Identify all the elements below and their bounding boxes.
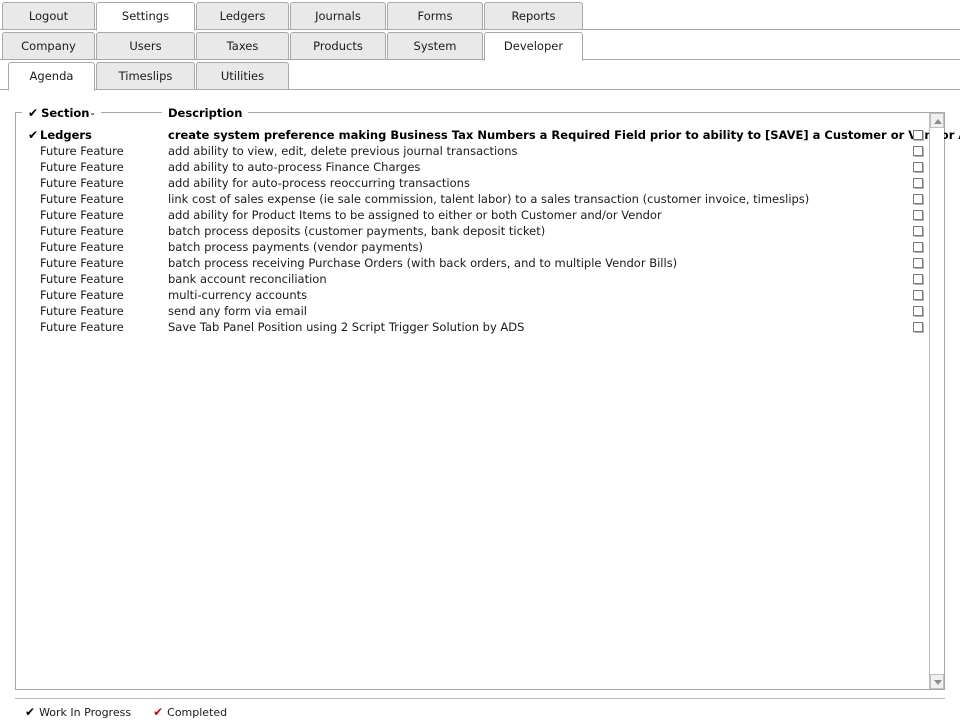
row-description-label: bank account reconciliation: [168, 272, 327, 286]
app-window: Logout Settings Ledgers Journals Forms Report…: [0, 0, 960, 725]
legend-check-icon: ✔: [25, 705, 36, 719]
section-column-header: ✔ Section-: [22, 105, 101, 121]
row-status-check-icon: ✔: [28, 128, 39, 142]
row-checkbox[interactable]: [913, 322, 923, 332]
tab-system[interactable]: System: [387, 32, 483, 60]
tab-utilities[interactable]: Utilities: [196, 62, 289, 90]
scroll-up-button[interactable]: [930, 113, 944, 128]
row-section-label: Future Feature: [40, 160, 124, 174]
tab-reports[interactable]: Reports: [484, 2, 583, 30]
agenda-row[interactable]: Future Feature Save Tab Panel Position us…: [16, 319, 944, 335]
description-column-header: Description: [162, 105, 249, 121]
tab-ledgers[interactable]: Ledgers: [196, 2, 289, 30]
agenda-row[interactable]: Future Feature batch process payments (ve…: [16, 239, 944, 255]
description-header-label: Description: [168, 106, 243, 120]
footer-divider: [15, 698, 945, 699]
row-section-label: Future Feature: [40, 224, 124, 238]
row-checkbox[interactable]: [913, 162, 923, 172]
row-description-label: batch process payments (vendor payments): [168, 240, 423, 254]
row-description-label: multi-currency accounts: [168, 288, 308, 302]
agenda-row[interactable]: Future Feature batch process receiving Pu…: [16, 255, 944, 271]
row-description-label: batch process deposits (customer payment…: [168, 224, 546, 238]
agenda-row[interactable]: Future Feature add ability to view, edit,…: [16, 143, 944, 159]
legend-check-icon: ✔: [153, 705, 164, 719]
agenda-row-list: ✔ Ledgers create system preference making …: [16, 123, 960, 335]
legend-item-label: Completed: [167, 706, 228, 719]
row-checkbox[interactable]: [913, 306, 923, 316]
row-checkbox[interactable]: [913, 210, 923, 220]
row-checkbox[interactable]: [913, 258, 923, 268]
section-header-label: Section: [41, 106, 90, 120]
row-checkbox[interactable]: [913, 290, 923, 300]
row-section-label: Future Feature: [40, 256, 124, 270]
row-checkbox[interactable]: [913, 178, 923, 188]
agenda-row[interactable]: ✔ Ledgers create system preference making …: [16, 127, 960, 143]
agenda-group-box: ✔ Section- Description ✔ Ledgers create sys…: [15, 105, 960, 690]
tab-timeslips[interactable]: Timeslips: [96, 62, 195, 90]
scrollbar-track[interactable]: [930, 128, 944, 674]
row-checkbox[interactable]: [913, 226, 923, 236]
agenda-row[interactable]: Future Feature add ability for auto-proce…: [16, 175, 944, 191]
vertical-scrollbar[interactable]: [929, 113, 944, 689]
tab-logout[interactable]: Logout: [2, 2, 95, 30]
agenda-row[interactable]: Future Feature batch process deposits (cu…: [16, 223, 944, 239]
scroll-down-button[interactable]: [930, 674, 944, 689]
status-legend: ✔ Work In Progress ✔ Completed: [25, 703, 249, 721]
tab-journals[interactable]: Journals: [290, 2, 386, 30]
row-section-label: Future Feature: [40, 192, 124, 206]
row-description-label: link cost of sales expense (ie sale comm…: [168, 192, 810, 206]
agenda-panel: ✔ Section- Description ✔ Ledgers create sys…: [0, 91, 960, 725]
agenda-row[interactable]: Future Feature multi-currency accounts: [16, 287, 944, 303]
agenda-row[interactable]: Future Feature send any form via email: [16, 303, 944, 319]
row-section-label: Future Feature: [40, 240, 124, 254]
agenda-row[interactable]: Future Feature add ability for Product It…: [16, 207, 944, 223]
tab-forms[interactable]: Forms: [387, 2, 483, 30]
row-checkbox[interactable]: [913, 146, 923, 156]
tab-company[interactable]: Company: [2, 32, 95, 60]
row-description-label: Save Tab Panel Position using 2 Script T…: [168, 320, 525, 334]
agenda-row[interactable]: Future Feature bank account reconciliatio…: [16, 271, 944, 287]
tab-users[interactable]: Users: [96, 32, 195, 60]
legend-item-label: Work In Progress: [39, 706, 132, 719]
row-section-label: Future Feature: [40, 176, 124, 190]
row-checkbox[interactable]: [913, 194, 923, 204]
tab-agenda[interactable]: Agenda: [8, 62, 95, 91]
agenda-row[interactable]: Future Feature link cost of sales expense…: [16, 191, 944, 207]
row-section-label: Future Feature: [40, 304, 124, 318]
tertiary-tab-bar: Agenda Timeslips Utilities: [0, 60, 960, 91]
row-description-label: add ability for Product Items to be assi…: [168, 208, 662, 222]
row-checkbox[interactable]: [913, 130, 923, 140]
primary-tab-bar: Logout Settings Ledgers Journals Forms Report…: [0, 0, 960, 31]
row-description-label: batch process receiving Purchase Orders …: [168, 256, 678, 270]
row-description-label: send any form via email: [168, 304, 307, 318]
scroll-up-arrow-icon: [934, 119, 942, 124]
tab-settings[interactable]: Settings: [96, 2, 195, 31]
row-section-label: Future Feature: [40, 288, 124, 302]
row-section-label: Future Feature: [40, 272, 124, 286]
secondary-tab-bar: Company Users Taxes Products System Developer: [0, 30, 960, 61]
tab-taxes[interactable]: Taxes: [196, 32, 289, 60]
legend-item: ✔ Completed: [153, 703, 227, 722]
tab-developer[interactable]: Developer: [484, 32, 583, 61]
row-section-label: Future Feature: [40, 320, 124, 334]
legend-item: ✔ Work In Progress: [25, 703, 131, 722]
scroll-down-arrow-icon: [934, 680, 942, 685]
row-description-label: add ability for auto-process reoccurring…: [168, 176, 470, 190]
tab-products[interactable]: Products: [290, 32, 386, 60]
row-section-label: Future Feature: [40, 208, 124, 222]
header-dash: -: [90, 106, 95, 120]
row-description-label: add ability to auto-process Finance Char…: [168, 160, 421, 174]
header-check-icon: ✔: [28, 106, 39, 120]
agenda-row[interactable]: Future Feature add ability to auto-proces…: [16, 159, 944, 175]
row-description-label: create system preference making Business…: [168, 128, 960, 142]
row-checkbox[interactable]: [913, 242, 923, 252]
row-section-label: Future Feature: [40, 144, 124, 158]
row-checkbox[interactable]: [913, 274, 923, 284]
row-description-label: add ability to view, edit, delete previo…: [168, 144, 518, 158]
row-section-label: Ledgers: [40, 128, 92, 142]
